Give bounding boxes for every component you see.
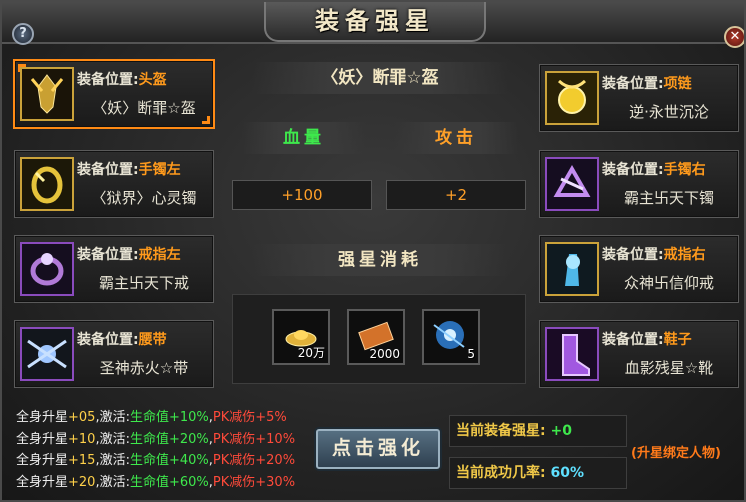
current-star-label: 当前装备强星: <box>456 423 546 439</box>
bonus-line: 全身升星+20,激活:生命值+60%,PK减伤+30% <box>16 474 296 490</box>
equipment-name: 〈妖〉断罪☆盔 <box>92 99 196 117</box>
slot-necklace[interactable]: 装备位置:项链 逆·永世沉沦 <box>539 64 739 132</box>
current-star-box: 当前装备强星: +0 <box>449 415 627 447</box>
window-title: 装备强星 <box>315 6 435 35</box>
slot-helmet[interactable]: 装备位置:头盔 〈妖〉断罪☆盔 <box>13 59 215 129</box>
belt-icon <box>20 327 74 381</box>
helmet-icon <box>20 67 74 121</box>
equipment-star-window: 装备强星 ? ✕ 装备位置:头盔 〈妖〉断罪☆盔 装备位置:手镯左 〈狱界〉心灵… <box>0 0 746 502</box>
slot-position: 戒指右 <box>663 247 706 263</box>
slot-caption: 装备位置: <box>77 332 139 348</box>
slot-position: 手镯左 <box>138 162 181 178</box>
necklace-icon <box>545 71 599 125</box>
equipment-name: 圣神赤火☆带 <box>99 359 189 377</box>
close-icon[interactable]: ✕ <box>724 26 744 48</box>
slot-position: 项链 <box>663 76 692 92</box>
title-plate: 装备强星 <box>264 2 486 42</box>
cost-title: 强星消耗 <box>252 244 508 276</box>
slot-caption: 装备位置: <box>602 332 664 348</box>
slot-caption: 装备位置: <box>77 162 139 178</box>
selected-item-title: 〈妖〉断罪☆盔 <box>252 62 508 94</box>
cost-amount: 5 <box>467 347 475 361</box>
ring-icon <box>20 242 74 296</box>
attack-label: 攻击 <box>394 122 518 154</box>
equipment-name: 〈狱界〉心灵镯 <box>91 189 197 207</box>
equipment-name: 血影残星☆靴 <box>624 359 714 377</box>
gold-ingot-icon[interactable]: 20万 <box>272 309 330 365</box>
slot-caption: 装备位置: <box>77 247 139 263</box>
equipment-name: 霸主卐天下镯 <box>623 189 714 207</box>
slot-caption: 装备位置: <box>602 162 664 178</box>
slot-belt[interactable]: 装备位置:腰带 圣神赤火☆带 <box>14 320 214 388</box>
slot-boots[interactable]: 装备位置:鞋子 血影残星☆靴 <box>539 320 739 388</box>
scroll-icon[interactable]: 2000 <box>347 309 405 365</box>
equipment-name: 霸主卐天下戒 <box>98 274 189 292</box>
bonus-line: 全身升星+05,激活:生命值+10%,PK减伤+5% <box>16 410 287 425</box>
slot-caption: 装备位置: <box>602 247 664 263</box>
success-rate-label: 当前成功几率: <box>456 465 546 481</box>
equipment-name: 逆·永世沉沦 <box>629 103 709 121</box>
slot-position: 腰带 <box>138 332 167 348</box>
slot-caption: 装备位置: <box>602 76 664 92</box>
bonus-list: 全身升星+05,激活:生命值+10%,PK减伤+5% 全身升星+10,激活:生命… <box>16 406 308 492</box>
cost-amount: 20万 <box>297 346 325 360</box>
star-stone-icon[interactable]: 5 <box>422 309 480 365</box>
bonus-line: 全身升星+10,激活:生命值+20%,PK减伤+10% <box>16 431 296 447</box>
slot-ring-right[interactable]: 装备位置:戒指右 众神卐信仰戒 <box>539 235 739 303</box>
enhance-button[interactable]: 点击强化 <box>316 429 440 469</box>
hp-value: +100 <box>232 180 372 210</box>
attack-value: +2 <box>386 180 526 210</box>
slot-position: 手镯右 <box>663 162 706 178</box>
bracelet-icon <box>20 157 74 211</box>
boots-icon <box>545 327 599 381</box>
slot-position: 戒指左 <box>138 247 181 263</box>
success-rate-value: 60% <box>550 465 584 481</box>
hp-label: 血量 <box>242 122 366 154</box>
current-star-value: +0 <box>550 423 572 439</box>
bracelet-icon <box>545 157 599 211</box>
bind-note: (升星绑定人物) <box>631 446 721 461</box>
bonus-line: 全身升星+15,激活:生命值+40%,PK减伤+20% <box>16 453 296 468</box>
slot-position: 鞋子 <box>663 332 692 348</box>
cost-amount: 2000 <box>369 347 400 361</box>
slot-position: 头盔 <box>138 72 167 88</box>
success-rate-box: 当前成功几率: 60% <box>449 457 627 489</box>
slot-bracelet-left[interactable]: 装备位置:手镯左 〈狱界〉心灵镯 <box>14 150 214 218</box>
help-icon[interactable]: ? <box>12 23 34 45</box>
equipment-name: 众神卐信仰戒 <box>623 274 714 292</box>
slot-bracelet-right[interactable]: 装备位置:手镯右 霸主卐天下镯 <box>539 150 739 218</box>
ring-icon <box>545 242 599 296</box>
slot-ring-left[interactable]: 装备位置:戒指左 霸主卐天下戒 <box>14 235 214 303</box>
slot-caption: 装备位置: <box>77 72 139 88</box>
